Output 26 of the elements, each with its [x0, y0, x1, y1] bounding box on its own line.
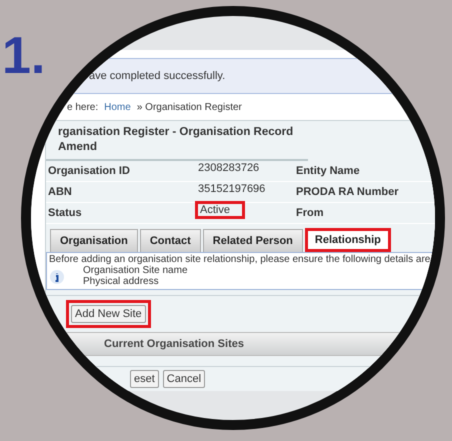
tab[interactable]: Relationship — [304, 228, 391, 252]
breadcrumb-label: e here: — [67, 102, 98, 112]
field-label: Entity Name — [296, 165, 361, 177]
form-button[interactable]: Cancel — [162, 370, 206, 388]
step-number: 1. — [2, 30, 46, 82]
field-label: From — [296, 207, 324, 219]
field-value: 35152197696 — [197, 182, 266, 196]
breadcrumb-current: » Organisation Register — [136, 102, 242, 112]
form-button[interactable]: eset — [130, 370, 159, 388]
tab[interactable]: Contact — [140, 229, 201, 252]
info-icon — [49, 269, 65, 285]
success-message: ave completed successfully. — [89, 70, 226, 82]
field-value: 2308283726 — [197, 161, 260, 175]
add-site-button[interactable]: Add New Site — [71, 305, 146, 323]
field-label: ABN — [48, 186, 73, 198]
field-label: PRODA RA Number — [296, 186, 400, 198]
field-label: Organisation ID — [48, 165, 131, 177]
field-value: Active — [195, 201, 245, 219]
field-label: Status — [48, 207, 83, 219]
info-item: Organisation Site name — [83, 265, 188, 276]
record-title: rganisation Register - Organisation Record Amend — [46, 121, 308, 161]
breadcrumb-link[interactable]: Home — [104, 102, 131, 112]
tab[interactable]: Organisation — [50, 229, 138, 252]
tab[interactable]: Related Person — [202, 229, 303, 252]
info-text: Before adding an organisation site relationship, please ensure the following details are — [49, 254, 432, 265]
info-item: Physical address — [83, 276, 160, 287]
